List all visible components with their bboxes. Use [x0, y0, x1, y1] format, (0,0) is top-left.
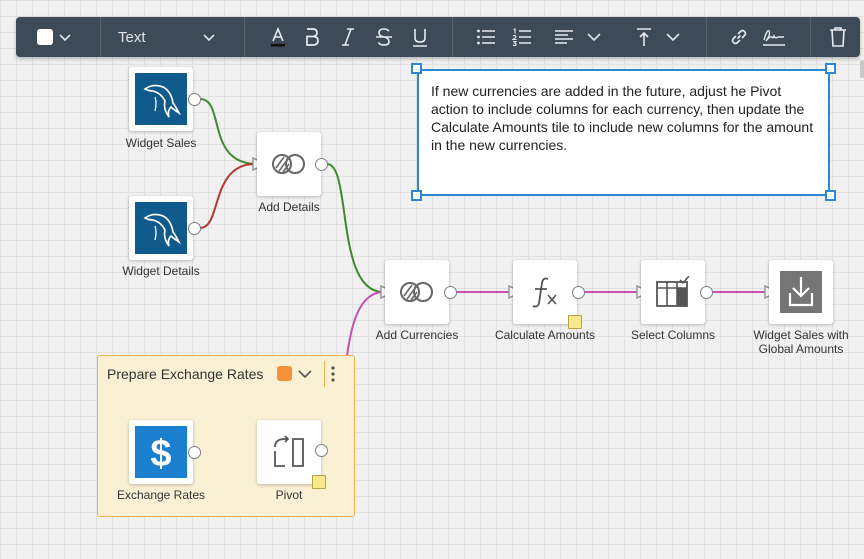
resize-handle-top-right[interactable]	[825, 63, 836, 74]
bullet-list-button[interactable]	[474, 17, 498, 57]
chevron-down-icon	[58, 34, 71, 42]
link-icon	[731, 29, 747, 45]
sticky-note-icon[interactable]	[568, 315, 582, 329]
bold-button[interactable]	[300, 17, 324, 57]
tile-exchange-rates[interactable]: $	[129, 420, 193, 484]
output-port[interactable]	[700, 286, 713, 299]
font-color-button[interactable]	[266, 17, 290, 57]
output-icon	[780, 271, 822, 313]
tile-label: Widget Sales	[125, 136, 197, 150]
tile-label: Pivot	[275, 488, 303, 502]
tile-label: Select Columns	[630, 328, 716, 342]
wire-widget-sales-to-add-details	[199, 98, 256, 165]
chevron-down-icon	[203, 34, 215, 42]
align-left-icon	[555, 30, 573, 44]
tile-label: Widget Sales with Global Amounts	[753, 328, 849, 356]
italic-button[interactable]	[336, 17, 360, 57]
pivot-icon	[274, 435, 304, 467]
bold-icon	[306, 28, 319, 46]
output-port[interactable]	[188, 446, 201, 459]
tile-add-details[interactable]	[257, 132, 321, 196]
output-port[interactable]	[188, 93, 201, 106]
signature-icon	[763, 30, 785, 46]
resize-handle-top-left[interactable]	[411, 63, 422, 74]
chevron-down-icon	[666, 33, 680, 42]
text-align-dropdown[interactable]	[548, 17, 608, 57]
delete-button[interactable]	[826, 17, 850, 57]
underline-icon	[413, 29, 427, 47]
output-port[interactable]	[444, 286, 457, 299]
group-menu-divider	[324, 361, 325, 387]
toolbar-divider	[706, 17, 707, 57]
sticky-note-icon[interactable]	[312, 475, 326, 489]
strikethrough-button[interactable]	[372, 17, 396, 57]
more-vertical-icon[interactable]	[328, 364, 338, 384]
bullet-list-icon	[477, 29, 495, 45]
output-port[interactable]	[315, 158, 328, 171]
chevron-down-icon[interactable]	[297, 366, 313, 382]
select-columns-icon	[656, 276, 690, 307]
italic-icon	[342, 28, 354, 46]
tile-widget-sales[interactable]	[129, 67, 193, 131]
vertical-align-dropdown[interactable]	[628, 17, 688, 57]
join-icon	[272, 154, 305, 174]
text-style-dropdown[interactable]: Text	[112, 17, 222, 57]
underline-button[interactable]	[408, 17, 432, 57]
trash-icon	[830, 27, 846, 47]
vertical-align-top-icon	[637, 28, 651, 46]
toolbar-divider	[810, 17, 811, 57]
tile-label: Widget Details	[122, 264, 200, 278]
dollar-icon: $	[135, 426, 187, 478]
wire-add-details-to-add-currencies	[326, 163, 384, 293]
text-style-label: Text	[118, 28, 146, 46]
output-port[interactable]	[572, 286, 585, 299]
toolbar-divider	[100, 17, 101, 57]
text-format-toolbar: Text	[16, 17, 860, 57]
formula-icon	[532, 277, 557, 308]
tile-label: Add Currencies	[375, 328, 459, 342]
group-title: Prepare Exchange Rates	[107, 366, 264, 382]
wire-widget-details-to-add-details	[199, 163, 256, 229]
tile-label: Calculate Amounts	[494, 328, 596, 342]
signature-button[interactable]	[760, 17, 788, 57]
numbered-list-button[interactable]	[510, 17, 534, 57]
tile-select-columns[interactable]	[641, 260, 705, 324]
strikethrough-icon	[376, 28, 392, 46]
toolbar-divider	[452, 17, 453, 57]
toolbar-divider	[244, 17, 245, 57]
mysql-dolphin-icon	[135, 202, 187, 254]
link-button[interactable]	[726, 17, 752, 57]
font-color-icon	[271, 26, 285, 47]
square-color-icon	[36, 29, 53, 45]
annotation-note-text[interactable]: If new currencies are added in the futur…	[431, 83, 813, 153]
svg-text:$: $	[150, 433, 171, 475]
tile-widget-details[interactable]	[129, 196, 193, 260]
tile-add-currencies[interactable]	[385, 260, 449, 324]
chevron-down-icon	[587, 33, 601, 42]
canvas-scrollbar[interactable]	[860, 60, 864, 78]
annotation-note[interactable]: If new currencies are added in the futur…	[417, 69, 830, 196]
text-color-picker[interactable]	[34, 17, 74, 57]
group-color-swatch[interactable]	[277, 366, 292, 381]
join-icon	[400, 282, 433, 302]
output-port[interactable]	[188, 222, 201, 235]
tile-widget-sales-global[interactable]	[769, 260, 833, 324]
numbered-list-icon	[512, 28, 531, 46]
resize-handle-bottom-left[interactable]	[411, 190, 422, 201]
resize-handle-bottom-right[interactable]	[825, 190, 836, 201]
output-port[interactable]	[315, 444, 328, 457]
tile-label: Add Details	[258, 200, 320, 214]
tile-label: Exchange Rates	[116, 488, 206, 502]
mysql-dolphin-icon	[135, 73, 187, 125]
